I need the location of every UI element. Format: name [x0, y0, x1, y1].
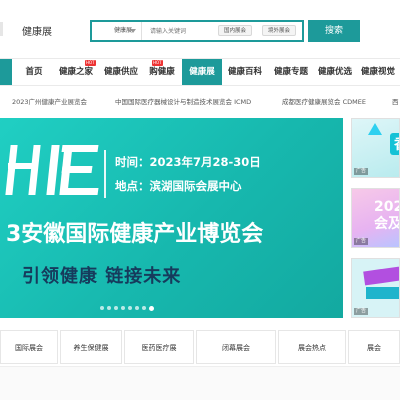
main-nav: 首页 健康之家 HOT 健康供应 购健康 HOT 健康展 健康百科 健康专题 健… — [0, 58, 400, 86]
nav-item-label: 健康供应 — [103, 67, 138, 77]
ad-label: 广告 — [354, 238, 369, 245]
search-category-select[interactable]: 健康展 — [92, 22, 142, 40]
category-tab[interactable]: 闭幕展会 — [196, 330, 276, 364]
nav-item-exhibitions[interactable]: 健康展 — [182, 59, 222, 85]
carousel-dot[interactable] — [128, 306, 132, 310]
side-ad[interactable]: 香 广告 — [351, 118, 400, 178]
hie-logo — [5, 145, 108, 197]
nav-item-label: 健康之家 — [58, 67, 93, 77]
carousel-dot[interactable] — [107, 306, 111, 310]
carousel-dot[interactable] — [149, 305, 154, 311]
triangle-icon — [368, 123, 382, 135]
ad-graphic — [363, 266, 399, 286]
carousel-dot[interactable] — [121, 306, 125, 310]
ad-label: 广告 — [354, 168, 369, 175]
banner-title: 3安徽国际健康产业博览会 — [6, 222, 264, 247]
nav-item-label: 健康展 — [189, 67, 215, 77]
hero-banner[interactable]: 时间：2023年7月28-30日 地点：滨湖国际会展中心 3安徽国际健康产业博览… — [0, 118, 343, 318]
scope-overseas-button[interactable]: 境外展会 — [262, 25, 297, 36]
nav-item-health-home[interactable]: 健康之家 HOT — [52, 59, 100, 85]
nav-item-label: 首页 — [25, 67, 43, 77]
nav-item-label: 购健康 — [149, 67, 175, 77]
category-tab[interactable]: 国际展会 — [0, 330, 58, 364]
ticker-link[interactable]: 西 — [392, 96, 399, 106]
banner-slogan: 引领健康 链接未来 — [22, 266, 182, 287]
site-name: 健康展 — [22, 27, 52, 38]
nav-item-visual[interactable]: 健康视觉 — [356, 59, 400, 85]
carousel-dot[interactable] — [114, 306, 118, 310]
hot-badge: HOT — [85, 60, 96, 66]
carousel-dot[interactable] — [135, 306, 139, 310]
category-tab[interactable]: 展会热点 — [278, 330, 346, 364]
ticker-link[interactable]: 2023广州健康产业展览会 — [12, 96, 87, 106]
ticker-link[interactable]: 成都医疗健康展览会 CDMEE — [282, 96, 366, 106]
carousel-dot[interactable] — [100, 306, 104, 310]
nav-item-label: 健康百科 — [227, 67, 262, 77]
nav-item-label: 健康视觉 — [360, 67, 395, 77]
nav-item-label: 健康优选 — [317, 67, 352, 77]
chevron-down-icon — [130, 29, 136, 33]
scope-domestic-button[interactable]: 国内展会 — [218, 25, 253, 36]
nav-item-selection[interactable]: 健康优选 — [314, 59, 356, 85]
nav-item-home[interactable]: 首页 — [20, 59, 48, 85]
event-date: 时间：2023年7月28-30日 — [115, 155, 261, 169]
category-tabs: 国际展会 养生保健展 医药医疗展 闭幕展会 展会热点 展会 — [0, 330, 400, 364]
search-button[interactable]: 搜索 — [308, 20, 360, 42]
logo[interactable] — [0, 22, 6, 36]
category-tab[interactable]: 养生保健展 — [60, 330, 122, 364]
search-bar: 健康展 国内展会 境外展会 — [90, 20, 304, 42]
ad-label: 广告 — [354, 308, 369, 315]
category-tab[interactable]: 展会 — [348, 330, 400, 364]
nav-item-label: 健康专题 — [273, 67, 308, 77]
ad-text: 香 — [390, 133, 399, 155]
exhibition-ticker: 2023广州健康产业展览会 中国国际医疗器械设计与制造技术展览会 ICMD 成都… — [0, 86, 400, 116]
header: 健康展 健康展 国内展会 境外展会 搜索 — [0, 0, 400, 58]
category-tab[interactable]: 医药医疗展 — [124, 330, 194, 364]
nav-item-encyclopedia[interactable]: 健康百科 — [222, 59, 268, 85]
event-venue: 地点：滨湖国际会展中心 — [115, 179, 242, 193]
nav-item-buy-health[interactable]: 购健康 HOT — [142, 59, 182, 85]
ticker-link[interactable]: 中国国际医疗器械设计与制造技术展览会 ICMD — [115, 96, 251, 106]
side-ad[interactable]: 2022 会及 广告 — [351, 188, 400, 248]
content-area — [0, 366, 400, 400]
carousel-dot[interactable] — [142, 306, 146, 310]
banner-divider — [104, 150, 106, 198]
side-ad[interactable]: 广告 — [351, 258, 400, 318]
hot-badge: HOT — [152, 60, 163, 66]
nav-menu-toggle[interactable] — [0, 59, 12, 85]
ad-graphic — [366, 287, 399, 299]
nav-item-supply[interactable]: 健康供应 — [100, 59, 142, 85]
ad-text: 2022 会及 — [374, 199, 400, 232]
nav-item-topics[interactable]: 健康专题 — [268, 59, 314, 85]
